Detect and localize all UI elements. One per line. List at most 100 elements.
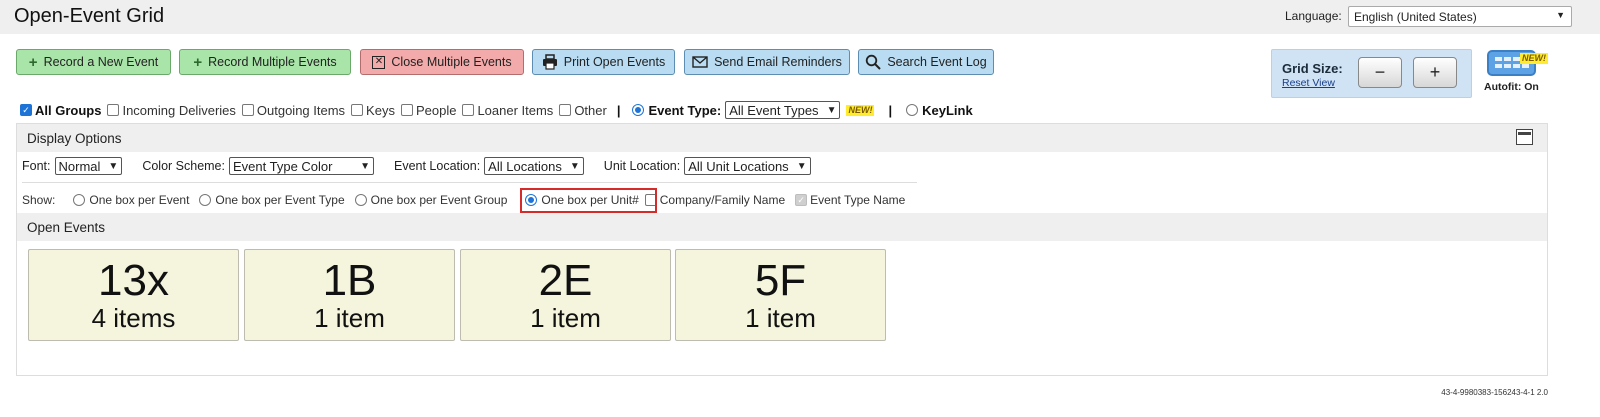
separator: | [616, 102, 621, 118]
company-family-name-label: Company/Family Name [659, 193, 786, 207]
close-box-icon: ✕ [372, 55, 386, 69]
print-open-events-label: Print Open Events [563, 55, 666, 69]
envelope-icon [692, 54, 708, 70]
keys-checkbox[interactable] [351, 104, 364, 116]
open-events-header: Open Events [17, 213, 1547, 241]
people-checkbox[interactable] [400, 104, 413, 116]
all-groups-checkbox[interactable]: ✓ [20, 104, 32, 116]
card-unit: 5F [754, 256, 807, 305]
show-label: Show: [22, 193, 56, 207]
display-options-header: Display Options [17, 124, 1547, 152]
chevron-down-icon: ▼ [796, 160, 807, 172]
card-unit: 13x [98, 256, 169, 305]
event-type-name-label: Event Type Name [810, 193, 906, 207]
grid-size-panel: Grid Size: Reset View − + [1271, 49, 1472, 98]
card-item-count: 1 item [745, 303, 816, 333]
people-label: People [415, 102, 457, 118]
one-box-per-event-group-option[interactable]: One box per Event Group [354, 193, 508, 207]
language-label: Language: [1285, 9, 1342, 23]
color-scheme-select[interactable]: Event Type Color ▼ [229, 157, 374, 175]
loaner-items-label: Loaner Items [477, 102, 554, 118]
decrease-grid-size-button[interactable]: − [1358, 57, 1402, 88]
event-type-select[interactable]: All Event Types ▼ [725, 101, 841, 119]
chevron-down-icon: ▼ [360, 160, 370, 172]
event-card[interactable]: 1B 1 item [244, 249, 455, 341]
event-type-radio[interactable] [632, 104, 645, 116]
font-label: Font: [22, 159, 51, 173]
increase-grid-size-button[interactable]: + [1413, 57, 1457, 88]
chevron-down-icon: ▼ [108, 160, 119, 172]
incoming-deliveries-label: Incoming Deliveries [122, 102, 236, 118]
event-card[interactable]: 13x 4 items [28, 249, 239, 341]
event-type-value: All Event Types [729, 102, 819, 118]
one-box-per-event-option[interactable]: One box per Event [73, 193, 189, 207]
font-select[interactable]: Normal ▼ [54, 157, 123, 175]
record-multiple-events-button[interactable]: + Record Multiple Events [179, 49, 351, 75]
outgoing-items-checkbox[interactable] [241, 104, 254, 116]
company-family-name-option[interactable]: Company/Family Name [644, 193, 786, 207]
search-event-log-label: Search Event Log [887, 55, 987, 69]
open-events-title: Open Events [27, 220, 106, 235]
outgoing-items-label: Outgoing Items [256, 102, 346, 118]
card-item-count: 1 item [530, 303, 601, 333]
chevron-down-icon: ▼ [826, 104, 837, 116]
record-new-event-button[interactable]: + Record a New Event [16, 49, 171, 75]
unit-location-select[interactable]: All Unit Locations ▼ [684, 157, 811, 175]
all-groups-label: All Groups [35, 102, 102, 118]
incoming-deliveries-checkbox[interactable] [107, 104, 120, 116]
language-value: English (United States) [1354, 10, 1477, 24]
one-box-per-event-type-label: One box per Event Type [215, 193, 345, 207]
card-item-count: 4 items [91, 303, 176, 333]
reset-view-link[interactable]: Reset View [1282, 77, 1335, 89]
print-open-events-button[interactable]: Print Open Events [532, 49, 675, 75]
event-type-name-option: ✓ Event Type Name [795, 193, 905, 207]
collapse-panel-icon[interactable] [1516, 129, 1533, 145]
event-card[interactable]: 5F 1 item [675, 249, 886, 341]
other-checkbox[interactable] [559, 104, 572, 116]
separator: | [888, 102, 893, 118]
new-badge: NEW! [1520, 53, 1548, 64]
printer-icon [542, 54, 558, 70]
plus-icon: + [28, 53, 38, 71]
plus-icon: + [193, 53, 203, 71]
send-email-reminders-label: Send Email Reminders [714, 55, 842, 69]
new-badge: NEW! [846, 104, 875, 116]
send-email-reminders-button[interactable]: Send Email Reminders [684, 49, 850, 75]
close-multiple-events-button[interactable]: ✕ Close Multiple Events [360, 49, 524, 75]
one-box-per-event-type-option[interactable]: One box per Event Type [199, 193, 345, 207]
event-location-label: Event Location: [394, 159, 481, 173]
display-options-row: Font: Normal ▼ Color Scheme: Event Type … [22, 155, 811, 177]
version-text: 43-4-9980383-156243-4-1 2.0 [1441, 388, 1548, 397]
color-scheme-label: Color Scheme: [142, 159, 225, 173]
language-select[interactable]: English (United States) ▼ [1348, 6, 1572, 27]
event-type-label: Event Type: [648, 102, 722, 118]
font-value: Normal [58, 158, 101, 174]
search-event-log-button[interactable]: Search Event Log [858, 49, 994, 75]
group-filters: ✓ All Groups Incoming Deliveries Outgoin… [20, 99, 979, 121]
one-box-per-event-group-radio[interactable] [354, 194, 367, 206]
unit-location-label: Unit Location: [603, 159, 681, 173]
loaner-items-checkbox[interactable] [462, 104, 475, 116]
event-location-value: All Locations [488, 158, 562, 174]
show-options-row: Show: One box per Event One box per Even… [22, 190, 915, 210]
divider [22, 182, 917, 183]
keylink-label: KeyLink [922, 102, 973, 118]
display-options-panel: Display Options Font: Normal ▼ Color Sch… [16, 123, 1548, 376]
one-box-per-event-radio[interactable] [73, 194, 86, 206]
one-box-per-event-type-radio[interactable] [199, 194, 212, 206]
one-box-per-event-label: One box per Event [89, 193, 190, 207]
record-new-event-label: Record a New Event [43, 55, 159, 69]
event-card[interactable]: 2E 1 item [460, 249, 671, 341]
one-box-per-event-group-label: One box per Event Group [370, 193, 508, 207]
card-unit: 2E [538, 256, 593, 305]
color-scheme-value: Event Type Color [233, 158, 333, 174]
event-type-name-checkbox: ✓ [795, 194, 808, 206]
record-multiple-events-label: Record Multiple Events [208, 55, 337, 69]
keylink-radio[interactable] [906, 104, 919, 116]
event-location-select[interactable]: All Locations ▼ [484, 157, 584, 175]
keys-label: Keys [366, 102, 395, 118]
autofit-status: Autofit: On [1484, 81, 1539, 93]
chevron-down-icon: ▼ [1556, 10, 1565, 20]
card-item-count: 1 item [314, 303, 385, 333]
display-options-title: Display Options [27, 131, 122, 146]
